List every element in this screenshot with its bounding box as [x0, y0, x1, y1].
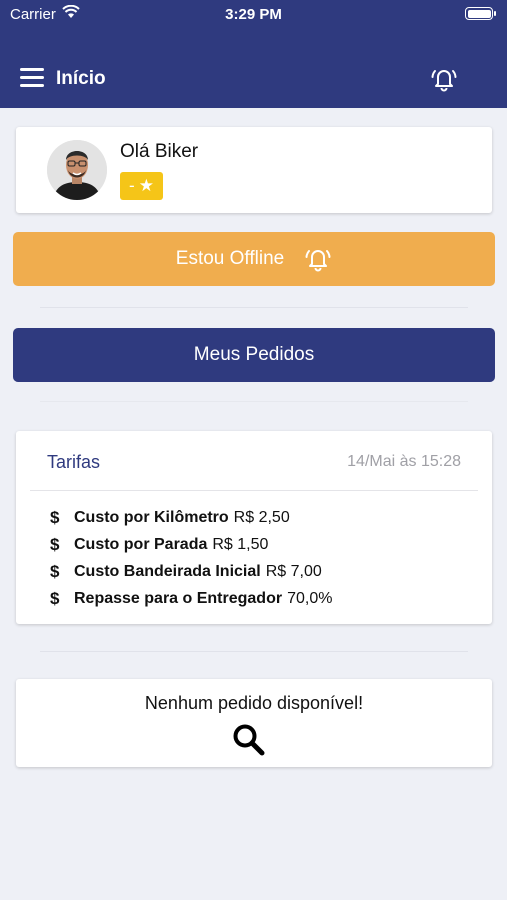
my-orders-label: Meus Pedidos	[193, 344, 315, 365]
dollar-icon: $	[50, 508, 60, 527]
divider	[40, 651, 468, 652]
tarifa-row: $ Custo por Parada R$ 1,50	[50, 535, 268, 555]
offline-toggle-button[interactable]: Estou Offline	[13, 232, 495, 286]
menu-icon[interactable]	[20, 68, 44, 88]
greeting-text: Olá Biker	[120, 141, 199, 162]
tarifa-value: R$ 7,00	[265, 563, 322, 580]
tarifas-title: Tarifas	[47, 452, 101, 472]
page-title: Início	[56, 68, 106, 89]
divider	[30, 490, 478, 491]
my-orders-button[interactable]: Meus Pedidos	[13, 328, 495, 382]
tarifa-row: $ Custo Bandeirada Inicial R$ 7,00	[50, 562, 322, 582]
dollar-icon: $	[50, 562, 60, 581]
tarifa-row: $ Repasse para o Entregador 70,0%	[50, 589, 332, 609]
avatar	[47, 140, 107, 200]
divider	[40, 307, 468, 308]
tarifa-label: Custo por Kilômetro	[74, 509, 229, 526]
tarifa-value: 70,0%	[287, 590, 333, 607]
battery-icon	[465, 7, 496, 20]
top-bar: Carrier 3:29 PM Início	[0, 0, 507, 108]
rating-value: -	[129, 176, 135, 195]
profile-card: Olá Biker - ★	[16, 127, 492, 213]
tarifa-row: $ Custo por Kilômetro R$ 2,50	[50, 508, 290, 528]
bell-icon[interactable]	[430, 65, 458, 93]
avatar-image	[47, 140, 107, 200]
tarifa-value: R$ 2,50	[233, 509, 290, 526]
orders-empty-card: Nenhum pedido disponível!	[16, 679, 492, 767]
clock: 3:29 PM	[225, 6, 282, 23]
tarifa-label: Custo por Parada	[74, 536, 208, 553]
star-icon: ★	[138, 176, 154, 195]
tarifa-label: Custo Bandeirada Inicial	[74, 563, 261, 580]
offline-button-label: Estou Offline	[175, 248, 285, 269]
bell-icon	[305, 250, 331, 272]
rating-badge: - ★	[120, 172, 163, 200]
dollar-icon: $	[50, 535, 60, 554]
tarifas-card: Tarifas 14/Mai às 15:28 $ Custo por Kilô…	[16, 431, 492, 624]
search-icon	[233, 724, 265, 756]
divider	[40, 401, 468, 402]
tarifa-value: R$ 1,50	[212, 536, 269, 553]
tarifas-date: 14/Mai às 15:28	[347, 453, 461, 470]
dollar-icon: $	[50, 589, 60, 608]
empty-orders-text: Nenhum pedido disponível!	[144, 693, 364, 713]
status-bar: Carrier 3:29 PM	[0, 0, 507, 28]
tarifa-label: Repasse para o Entregador	[74, 590, 283, 607]
